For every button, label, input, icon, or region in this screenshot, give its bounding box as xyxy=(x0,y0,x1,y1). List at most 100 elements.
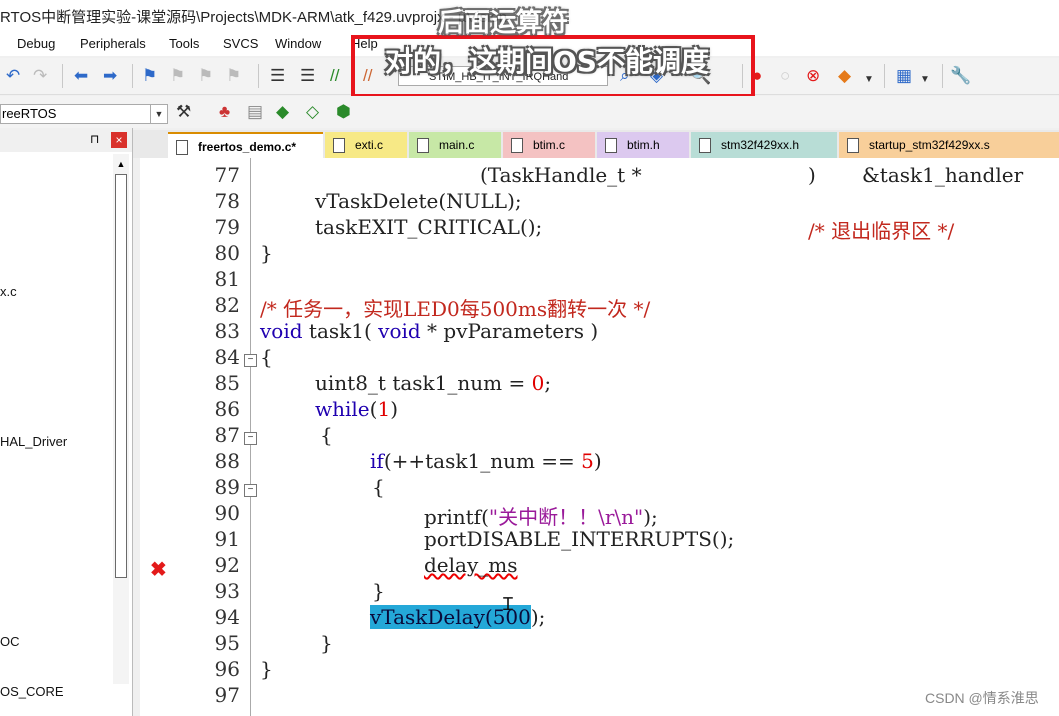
disable-breakpoint-icon[interactable]: ○ xyxy=(780,66,790,86)
toolbar-separator xyxy=(62,64,63,88)
code-number: 0 xyxy=(531,371,545,395)
code-line: { xyxy=(372,475,385,499)
tree-item[interactable]: x.c xyxy=(0,284,17,299)
code-line: } xyxy=(320,631,333,655)
editor-tabs: freertos_demo.c* exti.c main.c btim.c bt… xyxy=(133,130,1059,158)
tab-startup[interactable]: startup_stm32f429xx.s xyxy=(839,132,1059,158)
insert-breakpoint-icon[interactable]: ◆ xyxy=(838,66,851,86)
line-number: 78 xyxy=(214,189,240,213)
options-for-target-icon[interactable]: ⚒ xyxy=(176,102,191,122)
line-number: 84 xyxy=(214,345,240,369)
tab-exti[interactable]: exti.c xyxy=(325,132,407,158)
file-icon xyxy=(699,138,711,153)
fold-toggle-icon[interactable]: − xyxy=(244,484,257,497)
fold-toggle-icon[interactable]: − xyxy=(244,354,257,367)
prev-bookmark-icon[interactable]: ⚑ xyxy=(170,66,185,86)
select-packs-icon[interactable]: ◆ xyxy=(276,102,289,122)
code-line: while(1) xyxy=(315,397,398,421)
tree-item[interactable]: HAL_Driver xyxy=(0,434,67,449)
menu-debug[interactable]: Debug xyxy=(17,36,55,51)
wrench-icon[interactable]: 🔧 xyxy=(950,66,971,86)
target-select-value: reeRTOS xyxy=(2,106,57,121)
tab-label: exti.c xyxy=(355,138,384,152)
code-line: void task1( void * pvParameters ) xyxy=(260,319,598,343)
line-number: 97 xyxy=(214,683,240,707)
next-bookmark-icon[interactable]: ⚑ xyxy=(198,66,213,86)
indent-icon[interactable]: ☰ xyxy=(270,66,285,86)
undo-icon[interactable]: ↶ xyxy=(6,66,20,86)
code-token: ) xyxy=(808,163,816,187)
line-number: 87 xyxy=(214,423,240,447)
manage-project-icon[interactable]: ♣ xyxy=(219,102,230,122)
clear-bookmarks-icon[interactable]: ⚑ xyxy=(226,66,241,86)
navigate-back-icon[interactable]: ⬅ xyxy=(74,66,88,86)
tab-main[interactable]: main.c xyxy=(409,132,501,158)
code-number: 5 xyxy=(581,449,594,473)
pack-installer-icon[interactable]: ⬢ xyxy=(336,102,351,122)
watermark: CSDN @情系淮思 xyxy=(925,690,1039,706)
tree-item[interactable]: OC xyxy=(0,634,20,649)
target-select[interactable]: reeRTOS ▼ xyxy=(0,104,168,124)
scrollbar-thumb[interactable] xyxy=(115,174,127,578)
code-token: (TaskHandle_t * xyxy=(480,163,642,187)
line-number: 77 xyxy=(214,163,240,187)
code-string: "关中断！！\r\n" xyxy=(488,505,644,529)
code-token: &task1_handler xyxy=(862,163,1024,187)
code-token: (++task1_num == xyxy=(383,449,582,473)
line-number: 88 xyxy=(214,449,240,473)
toolbar-separator xyxy=(258,64,259,88)
redo-icon[interactable]: ↷ xyxy=(33,66,47,86)
code-token: taskEXIT_CRITICAL(); xyxy=(315,215,543,239)
line-number: 93 xyxy=(214,579,240,603)
error-marker-icon[interactable]: ✖ xyxy=(150,557,167,582)
code-token: ) xyxy=(390,397,398,421)
chevron-down-icon[interactable]: ▼ xyxy=(150,105,167,123)
line-number: 95 xyxy=(214,631,240,655)
code-editor[interactable]: 77 78 79 80 81 82 83 84 85 86 87 88 89 9… xyxy=(140,158,1059,716)
tab-label: main.c xyxy=(439,138,475,152)
scroll-up-icon[interactable]: ▲ xyxy=(113,154,129,174)
text-cursor-icon: Ɪ xyxy=(503,594,514,614)
tab-label: btim.h xyxy=(627,138,660,152)
code-line: } xyxy=(260,657,273,681)
navigate-forward-icon[interactable]: ➡ xyxy=(103,66,117,86)
chevron-down-icon[interactable]: ▼ xyxy=(920,70,930,90)
comment-icon[interactable]: // xyxy=(330,66,339,86)
tab-btim-c[interactable]: btim.c xyxy=(503,132,595,158)
chevron-down-icon[interactable]: ▼ xyxy=(864,70,874,90)
pin-icon[interactable]: ⊓ xyxy=(90,132,99,146)
project-panel-scrollbar[interactable]: ▲ xyxy=(113,154,129,684)
line-number: 86 xyxy=(214,397,240,421)
line-number: 91 xyxy=(214,527,240,551)
bookmark-icon[interactable]: ⚑ xyxy=(142,66,157,86)
window-layout-icon[interactable]: ▦ xyxy=(896,66,912,86)
file-extensions-icon[interactable]: ▤ xyxy=(247,102,263,122)
code-token: ); xyxy=(530,605,546,629)
code-token: printf( xyxy=(424,505,489,529)
toolbar-separator xyxy=(884,64,885,88)
code-keyword: if xyxy=(370,449,384,473)
line-number: 81 xyxy=(214,267,240,291)
menu-peripherals[interactable]: Peripherals xyxy=(80,36,146,51)
code-line: vTaskDelay(500); xyxy=(370,605,545,629)
close-icon[interactable]: × xyxy=(111,132,127,148)
tab-freertos-demo[interactable]: freertos_demo.c* xyxy=(168,132,323,158)
tab-btim-h[interactable]: btim.h xyxy=(597,132,689,158)
code-token: ) xyxy=(593,449,602,473)
fold-toggle-icon[interactable]: − xyxy=(244,432,257,445)
menu-window[interactable]: Window xyxy=(275,36,321,51)
menu-svcs[interactable]: SVCS xyxy=(223,36,258,51)
line-number: 90 xyxy=(214,501,240,525)
unindent-icon[interactable]: ☰ xyxy=(300,66,315,86)
menu-tools[interactable]: Tools xyxy=(169,36,199,51)
file-icon xyxy=(176,140,188,155)
code-token: ; xyxy=(544,371,552,395)
manage-runtime-icon[interactable]: ◇ xyxy=(306,102,319,122)
overlay-caption-top: 后面运算符 xyxy=(438,8,569,38)
code-keyword: while xyxy=(315,397,370,421)
file-icon xyxy=(511,138,523,153)
kill-breakpoints-icon[interactable]: ⊗ xyxy=(806,66,820,86)
tab-stm32f429xx-h[interactable]: stm32f429xx.h xyxy=(691,132,837,158)
tree-item[interactable]: OS_CORE xyxy=(0,684,64,699)
code-line: vTaskDelete(NULL); xyxy=(315,189,522,213)
